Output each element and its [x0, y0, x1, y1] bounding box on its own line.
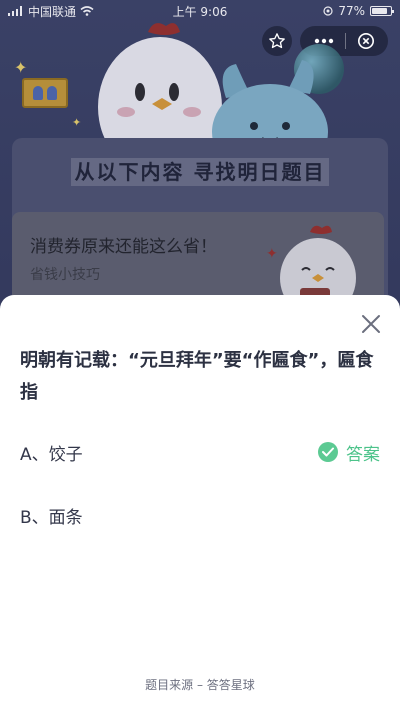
star-outline-icon [269, 33, 285, 49]
source-footer: 题目来源 – 答答星球 [145, 678, 255, 692]
answer-indicator: 答案 [318, 440, 380, 465]
svg-text:✦: ✦ [266, 246, 278, 262]
headline-label: 从以下内容 寻找明日题目 [70, 158, 330, 186]
capsule-divider [344, 33, 346, 49]
sparkle-icon: ✦ [14, 58, 28, 77]
check-circle-icon [318, 442, 338, 462]
medal-icon [47, 86, 57, 100]
answer-label: 答案 [346, 444, 380, 465]
option-a[interactable]: A、饺子 答案 [20, 437, 380, 467]
promo-subtitle: 省钱小技巧 [30, 267, 100, 283]
headline-text: 从以下内容 寻找明日题目 [0, 156, 400, 186]
question-sheet: 明朝有记载：“元旦拜年”要“作匾食”，匾食指 A、饺子 答案 B、面条 题目来源… [0, 295, 400, 711]
promo-title: 消费券原来还能这么省！ [30, 237, 217, 257]
medal-icon [33, 86, 43, 100]
target-close-icon[interactable] [357, 32, 375, 50]
option-b-label: B、面条 [20, 507, 83, 528]
option-b[interactable]: B、面条 [20, 500, 380, 530]
close-icon[interactable] [360, 313, 382, 335]
award-frame [22, 78, 68, 108]
option-a-label: A、饺子 [20, 444, 83, 465]
battery-icon [370, 6, 394, 16]
question-text: 明朝有记载：“元旦拜年”要“作匾食”，匾食指 [20, 350, 374, 403]
star-button[interactable] [262, 26, 292, 56]
